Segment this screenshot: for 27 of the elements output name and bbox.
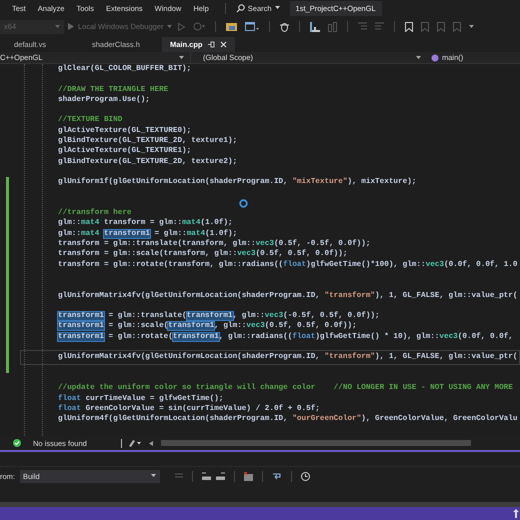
prev-message-icon[interactable] [202, 472, 211, 480]
pin-icon[interactable] [208, 41, 215, 48]
word-wrap-icon[interactable] [272, 472, 282, 480]
clear-all-icon[interactable] [244, 472, 253, 480]
check-icon [13, 439, 21, 447]
clock-icon[interactable] [301, 472, 310, 480]
window-icon[interactable] [245, 22, 260, 32]
caret-icon [179, 56, 184, 60]
play-icon [68, 23, 74, 30]
caret-icon[interactable] [469, 24, 474, 28]
brush-icon[interactable] [128, 439, 141, 447]
search-icon [236, 4, 245, 12]
caret-icon [167, 24, 172, 28]
folder-icon[interactable] [226, 22, 238, 31]
chart-icon[interactable] [310, 22, 320, 32]
close-icon[interactable] [220, 41, 227, 48]
upload-icon[interactable] [513, 509, 519, 518]
arrow-left-icon[interactable] [148, 440, 153, 446]
caret-icon [274, 6, 280, 10]
function-icon [431, 54, 439, 62]
scrollbar[interactable] [160, 440, 471, 446]
caret-icon [416, 56, 421, 60]
scrollbar[interactable] [0, 502, 520, 507]
caret-icon [151, 474, 156, 478]
caret-icon [55, 24, 60, 28]
next-message-icon[interactable] [216, 472, 225, 480]
loading-cursor-icon [239, 199, 248, 208]
